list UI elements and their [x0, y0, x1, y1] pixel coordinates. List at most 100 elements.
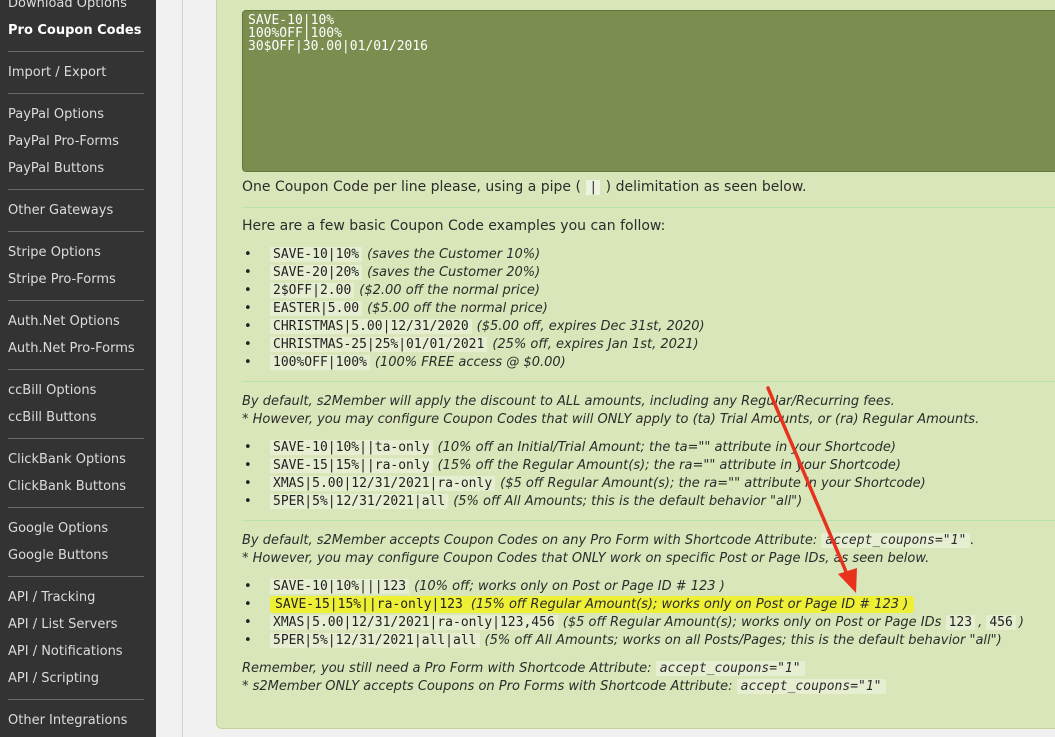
- sidebar-item-paypal-options[interactable]: PayPal Options: [8, 107, 104, 123]
- coupon-desc-end: ): [1018, 615, 1024, 630]
- highlighted-example: SAVE-15|15%||ra-only|123 (15% off Regular…: [270, 596, 915, 613]
- posts-description-text: By default, s2Member accepts Coupon Code…: [242, 533, 818, 548]
- sidebar-item-authnet-pro-forms[interactable]: Auth.Net Pro-Forms: [8, 341, 135, 357]
- posts-note: * However, you may configure Coupon Code…: [242, 551, 930, 566]
- section-divider: [242, 520, 1055, 521]
- coupon-desc: (saves the Customer 20%): [367, 265, 541, 280]
- posts-description-end: .: [970, 533, 975, 548]
- bullet: •: [244, 579, 252, 594]
- sidebar-separator: [8, 699, 144, 700]
- sidebar-item-api-list-servers[interactable]: API / List Servers: [8, 617, 117, 633]
- sidebar-item-pro-coupon-codes[interactable]: Pro Coupon Codes: [8, 23, 141, 39]
- sidebar-separator: [8, 300, 144, 301]
- remember-text: Remember, you still need a Pro Form with…: [242, 661, 652, 676]
- bullet: •: [244, 301, 252, 316]
- delimitation-note: One Coupon Code per line please, using a…: [242, 179, 806, 195]
- coupon-code: 2$OFF|2.00: [270, 283, 355, 298]
- list-item: • SAVE-10|10% (saves the Customer 10%): [242, 246, 540, 264]
- bullet: •: [244, 615, 252, 630]
- sidebar-item-paypal-pro-forms[interactable]: PayPal Pro-Forms: [8, 134, 119, 150]
- list-item: • 5PER|5%|12/31/2021|all|all (5% off All A…: [242, 632, 1002, 650]
- coupon-code: SAVE-10|10%|||123: [270, 579, 410, 594]
- sidebar-nav: Download Options Pro Coupon Codes Import…: [0, 0, 156, 737]
- remember-note: * s2Member ONLY accepts Coupons on Pro F…: [242, 678, 886, 696]
- coupon-desc: (100% FREE access @ $0.00): [374, 355, 566, 370]
- bullet: •: [244, 597, 252, 612]
- bullet: •: [244, 633, 252, 648]
- examples-heading: Here are a few basic Coupon Code example…: [242, 218, 666, 234]
- bullet: •: [244, 247, 252, 262]
- sidebar-item-download-options[interactable]: Download Options: [8, 0, 127, 12]
- sidebar-item-google-buttons[interactable]: Google Buttons: [8, 548, 108, 564]
- coupon-desc: (15% off the Regular Amount(s); the ra="…: [437, 458, 901, 473]
- coupon-desc: (saves the Customer 10%): [367, 247, 541, 262]
- list-item: • CHRISTMAS|5.00|12/31/2020 ($5.00 off, ex…: [242, 318, 705, 336]
- list-item: • XMAS|5.00|12/31/2021|ra-only|123,456 ($5…: [242, 614, 1024, 632]
- sidebar-separator: [8, 93, 144, 94]
- coupon-code: 5PER|5%|12/31/2021|all|all: [270, 633, 480, 648]
- page-id: 456: [986, 615, 1016, 630]
- sidebar-item-google-options[interactable]: Google Options: [8, 521, 108, 537]
- sidebar-item-stripe-pro-forms[interactable]: Stripe Pro-Forms: [8, 272, 116, 288]
- sidebar-separator: [8, 438, 144, 439]
- list-item: • CHRISTMAS-25|25%|01/01/2021 (25% off, ex…: [242, 336, 699, 354]
- bullet: •: [244, 355, 252, 370]
- sidebar-item-other-integrations[interactable]: Other Integrations: [8, 713, 127, 729]
- sidebar-separator: [8, 369, 144, 370]
- coupon-desc: (10% off an Initial/Trial Amount; the ta…: [437, 440, 897, 455]
- coupon-codes-textarea[interactable]: SAVE-10|10% 100%OFF|100% 30$OFF|30.00|01…: [242, 10, 1055, 172]
- sidebar-item-stripe-options[interactable]: Stripe Options: [8, 245, 101, 261]
- coupon-code: 100%OFF|100%: [270, 355, 370, 370]
- sidebar-item-api-tracking[interactable]: API / Tracking: [8, 590, 95, 606]
- coupon-desc: ($5.00 off, expires Dec 31st, 2020): [476, 319, 705, 334]
- sidebar-item-other-gateways[interactable]: Other Gateways: [8, 203, 113, 219]
- delimitation-note-after: ) delimitation as seen below.: [605, 179, 807, 195]
- coupon-code: CHRISTMAS-25|25%|01/01/2021: [270, 337, 488, 352]
- list-item: • SAVE-10|10%|||123 (10% off; works only o…: [242, 578, 725, 596]
- coupon-code: SAVE-10|10%: [270, 247, 363, 262]
- sidebar-separator: [8, 507, 144, 508]
- list-item: • SAVE-20|20% (saves the Customer 20%): [242, 264, 540, 282]
- sidebar-item-ccbill-options[interactable]: ccBill Options: [8, 383, 96, 399]
- section-divider: [242, 381, 1055, 382]
- bullet: •: [244, 458, 252, 473]
- list-item: • 5PER|5%|12/31/2021|all (5% off All Amoun…: [242, 493, 802, 511]
- list-item: • SAVE-15|15%||ra-only (15% off the Regula…: [242, 457, 901, 475]
- sidebar-item-paypal-buttons[interactable]: PayPal Buttons: [8, 161, 104, 177]
- bullet: •: [244, 283, 252, 298]
- coupon-desc: ($5 off Regular Amount(s); the ra="" att…: [500, 476, 926, 491]
- amounts-description: By default, s2Member will apply the disc…: [242, 394, 895, 409]
- list-item: • SAVE-10|10%||ta-only (10% off an Initial…: [242, 439, 896, 457]
- sidebar-item-ccbill-buttons[interactable]: ccBill Buttons: [8, 410, 97, 426]
- sidebar-item-clickbank-options[interactable]: ClickBank Options: [8, 452, 126, 468]
- posts-description: By default, s2Member accepts Coupon Code…: [242, 532, 974, 550]
- shortcode-attribute: accept_coupons="1": [821, 533, 971, 548]
- sidebar-item-clickbank-buttons[interactable]: ClickBank Buttons: [8, 479, 126, 495]
- coupon-code: SAVE-20|20%: [270, 265, 363, 280]
- delimitation-note-before: One Coupon Code per line please, using a…: [242, 179, 581, 195]
- content-gutter: [156, 0, 183, 737]
- amounts-note: * However, you may configure Coupon Code…: [242, 412, 980, 427]
- list-item-highlighted: • SAVE-15|15%||ra-only|123 (15% off Regula…: [242, 596, 915, 614]
- sidebar-item-api-scripting[interactable]: API / Scripting: [8, 671, 99, 687]
- sidebar-separator: [8, 231, 144, 232]
- coupon-code: SAVE-15|15%||ra-only|123: [275, 597, 463, 612]
- sidebar-item-authnet-options[interactable]: Auth.Net Options: [8, 314, 120, 330]
- bullet: •: [244, 494, 252, 509]
- coupon-desc: (5% off All Amounts; this is the default…: [453, 494, 803, 509]
- bullet: •: [244, 476, 252, 491]
- comma: ,: [978, 615, 983, 630]
- sidebar-separator: [8, 576, 144, 577]
- coupon-desc: (5% off All Amounts; works on all Posts/…: [484, 633, 1002, 648]
- page-id: 123: [945, 615, 976, 630]
- coupon-code: 5PER|5%|12/31/2021|all: [270, 494, 449, 509]
- pipe-symbol: |: [586, 180, 601, 195]
- bullet: •: [244, 265, 252, 280]
- coupon-desc: ($2.00 off the normal price): [359, 283, 540, 298]
- sidebar-item-import-export[interactable]: Import / Export: [8, 65, 106, 81]
- sidebar-separator: [8, 189, 144, 190]
- shortcode-attribute: accept_coupons="1": [736, 679, 886, 694]
- coupon-desc: ($5 off Regular Amount(s); works only on…: [562, 615, 942, 630]
- bullet: •: [244, 319, 252, 334]
- sidebar-item-api-notifications[interactable]: API / Notifications: [8, 644, 123, 660]
